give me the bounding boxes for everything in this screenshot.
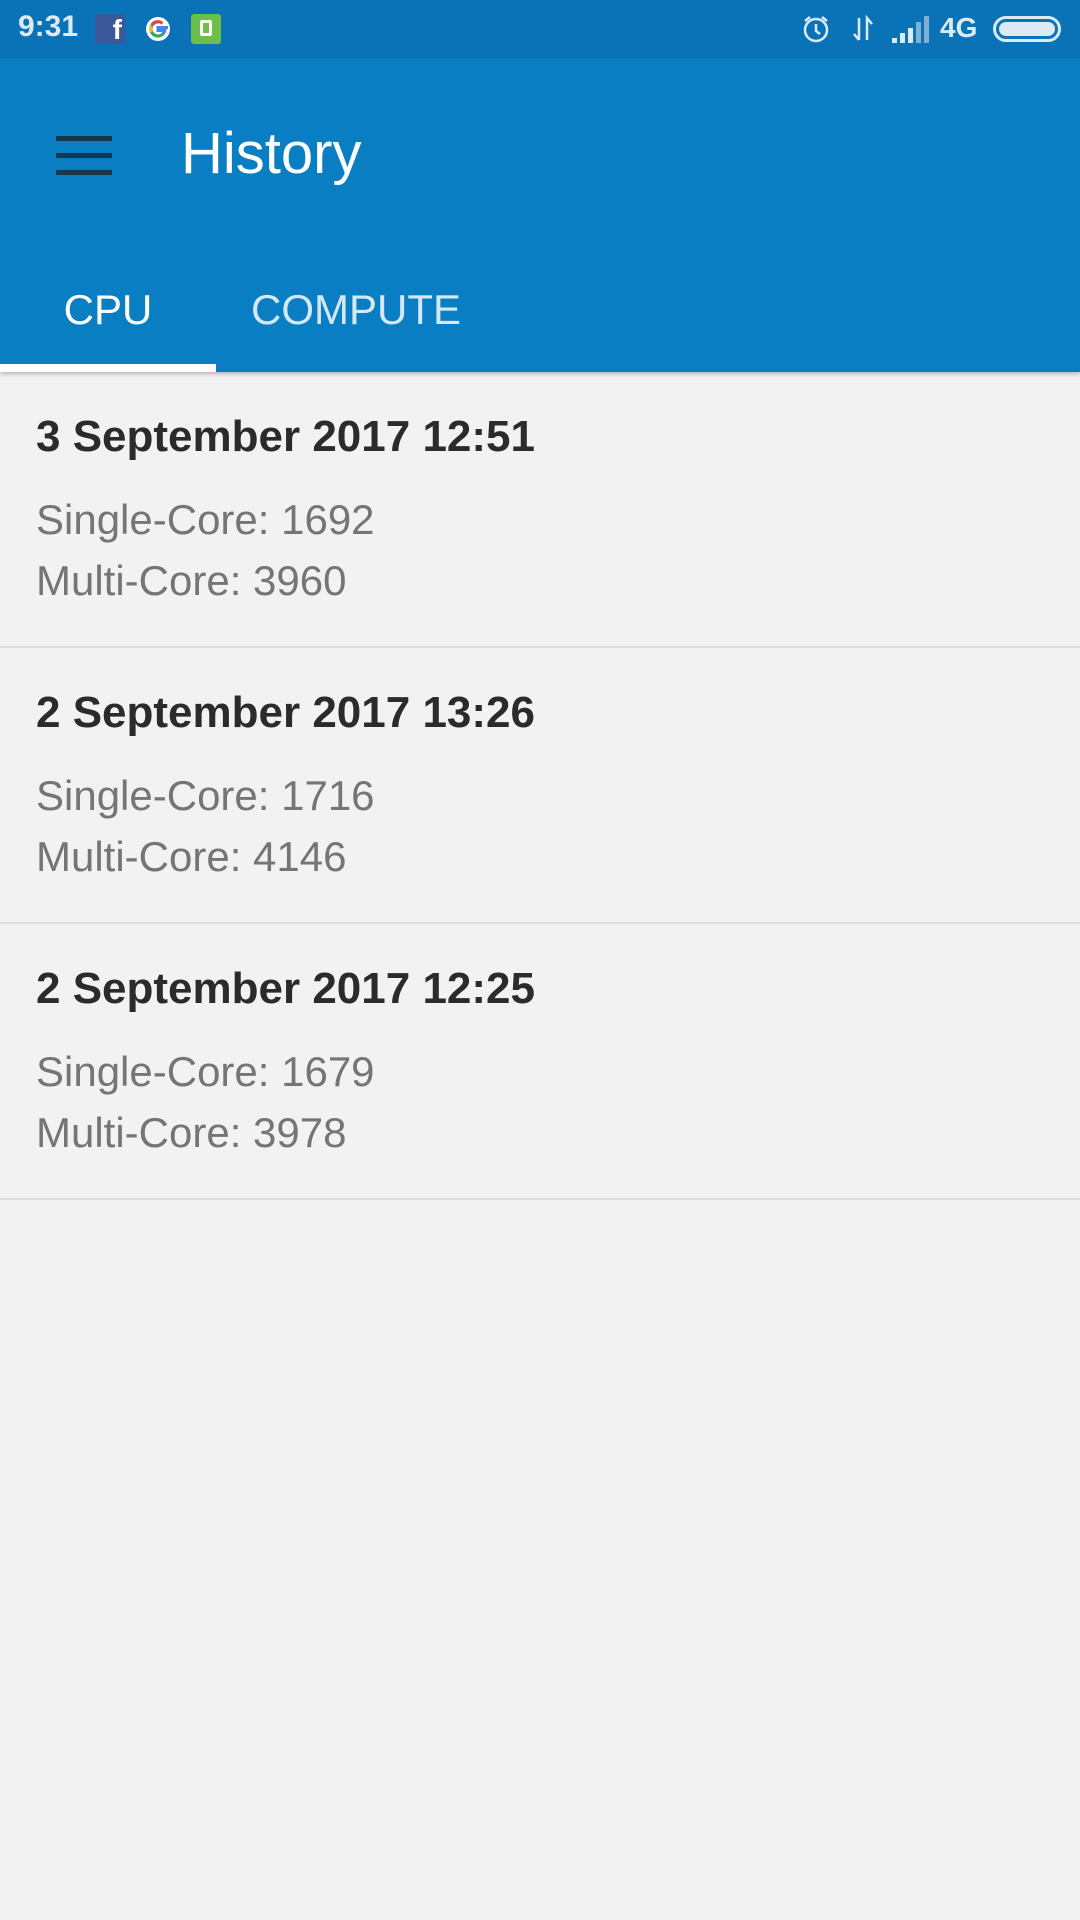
status-time: 9:31: [18, 10, 79, 43]
facebook-icon: f: [95, 14, 125, 45]
alarm-icon: [803, 16, 829, 43]
multi-core-score: Multi-Core: 3978: [36, 1109, 347, 1156]
single-core-score: Single-Core: 1716: [36, 772, 375, 819]
multi-core-score: Multi-Core: 3960: [36, 557, 347, 604]
history-item[interactable]: 2 September 2017 13:26 Single-Core: 1716…: [0, 648, 1080, 924]
history-item[interactable]: 2 September 2017 12:25 Single-Core: 1679…: [0, 924, 1080, 1200]
data-transfer-icon: [853, 14, 873, 41]
history-date: 3 September 2017 12:51: [36, 412, 535, 461]
history-date: 2 September 2017 13:26: [36, 688, 535, 737]
app-bar: History CPU COMPUTE: [0, 58, 1080, 372]
status-bar: 9:31 f 4G: [0, 0, 1080, 58]
single-core-score: Single-Core: 1692: [36, 496, 375, 543]
tab-compute[interactable]: COMPUTE: [216, 258, 496, 372]
signal-icon: [892, 16, 929, 43]
tab-cpu[interactable]: CPU: [0, 258, 216, 372]
history-list: 3 September 2017 12:51 Single-Core: 1692…: [0, 372, 1080, 1200]
battery-saver-icon: [191, 14, 221, 44]
battery-icon: [993, 16, 1061, 42]
tab-indicator: [0, 364, 216, 372]
network-type: 4G: [940, 12, 978, 43]
page-title: History: [181, 121, 362, 186]
single-core-score: Single-Core: 1679: [36, 1048, 375, 1095]
hamburger-menu-icon[interactable]: [44, 114, 124, 194]
history-item[interactable]: 3 September 2017 12:51 Single-Core: 1692…: [0, 372, 1080, 648]
history-date: 2 September 2017 12:25: [36, 964, 535, 1013]
multi-core-score: Multi-Core: 4146: [36, 833, 347, 880]
google-icon: [146, 17, 170, 41]
